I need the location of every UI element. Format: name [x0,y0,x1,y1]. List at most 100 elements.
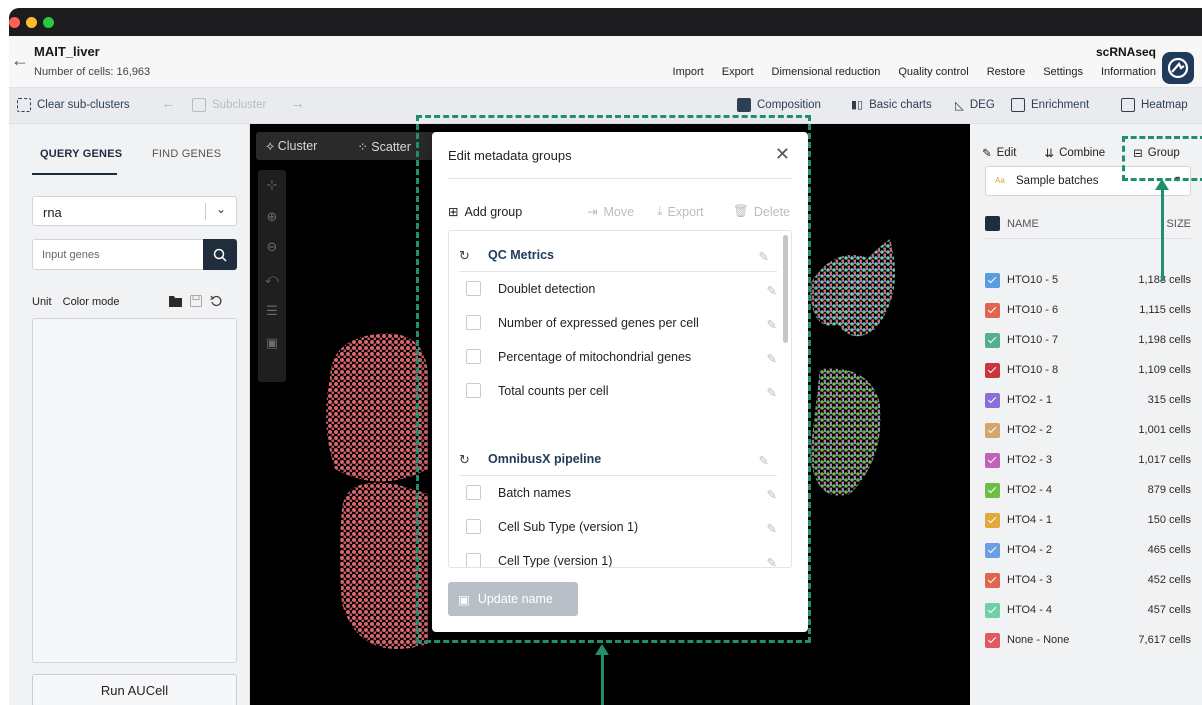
reset-icon[interactable] [210,295,222,307]
row-name: HTO2 - 1 [1007,394,1053,406]
gene-list-actions [169,295,222,307]
zoom-in-icon[interactable]: ⊕ [265,210,279,224]
menu-dimensional-reduction[interactable]: Dimensional reduction [772,66,881,78]
row-color-checkbox[interactable] [985,423,1000,438]
folder-icon[interactable] [169,295,182,307]
group-row[interactable]: None - None 7,617 cells [985,632,1191,648]
search-button[interactable] [203,239,237,270]
row-name: HTO2 - 4 [1007,484,1053,496]
size-column-header[interactable]: SIZE [1167,218,1191,230]
row-color-checkbox[interactable] [985,453,1000,468]
app-type-label: scRNAseq [1095,45,1156,59]
combine-label: Combine [1059,147,1106,159]
color-mode-label[interactable]: Color mode [63,296,120,308]
save-icon[interactable] [190,295,202,307]
back-arrow-icon[interactable]: ← [11,50,29,71]
enrichment-icon [1011,98,1025,112]
menu-import[interactable]: Import [673,66,704,78]
heatmap-button[interactable]: Heatmap [1121,98,1188,112]
row-size: 1,001 cells [1138,424,1191,436]
row-name: HTO4 - 3 [1007,574,1053,586]
row-color-checkbox[interactable] [985,603,1000,618]
active-tab-indicator [32,173,117,175]
group-row[interactable]: HTO4 - 1 150 cells [985,512,1191,528]
metadata-select-value: Sample batches [1016,175,1099,187]
row-color-checkbox[interactable] [985,513,1000,528]
enrichment-button[interactable]: Enrichment [1011,98,1089,112]
edit-label: Edit [996,147,1017,159]
row-name: HTO2 - 3 [1007,454,1053,466]
export-image-icon[interactable]: ▣ [265,336,279,350]
menu-restore[interactable]: Restore [987,66,1026,78]
group-row[interactable]: HTO2 - 3 1,017 cells [985,452,1191,468]
row-color-checkbox[interactable] [985,633,1000,648]
basic-charts-label: Basic charts [869,98,932,111]
row-color-checkbox[interactable] [985,273,1000,288]
row-name: HTO4 - 4 [1007,604,1053,616]
row-color-checkbox[interactable] [985,543,1000,558]
row-color-checkbox[interactable] [985,363,1000,378]
composition-icon [737,98,751,112]
assay-select[interactable]: rna ⌄ [32,196,237,226]
tab-query-genes[interactable]: QUERY GENES [40,148,122,160]
row-size: 879 cells [1147,484,1191,496]
minimize-window-button[interactable] [26,17,37,28]
menu-information[interactable]: Information [1101,66,1156,78]
menu-settings[interactable]: Settings [1043,66,1083,78]
edit-button[interactable]: ✎ Edit [982,146,1030,160]
subcluster-button[interactable]: Subcluster [192,98,266,112]
row-color-checkbox[interactable] [985,483,1000,498]
row-size: 1,109 cells [1138,364,1191,376]
group-row[interactable]: HTO4 - 3 452 cells [985,572,1191,588]
app-window: ← MAIT_liver Number of cells: 16,963 scR… [9,8,1202,705]
bar-chart-icon: ▮▯ [851,99,864,111]
group-row[interactable]: HTO2 - 4 879 cells [985,482,1191,498]
run-aucell-button[interactable]: Run AUCell [32,674,237,705]
scatter-tab-label: Scatter [371,139,411,154]
row-size: 150 cells [1147,514,1191,526]
tab-find-genes[interactable]: FIND GENES [152,148,221,160]
gene-list-box[interactable] [32,318,237,663]
composition-button[interactable]: Composition [737,98,821,112]
row-name: HTO4 - 1 [1007,514,1053,526]
group-row[interactable]: HTO10 - 6 1,115 cells [985,302,1191,318]
row-color-checkbox[interactable] [985,333,1000,348]
group-row[interactable]: HTO10 - 7 1,198 cells [985,332,1191,348]
row-color-checkbox[interactable] [985,393,1000,408]
group-row[interactable]: HTO2 - 2 1,001 cells [985,422,1191,438]
group-row[interactable]: HTO2 - 1 315 cells [985,392,1191,408]
menu-export[interactable]: Export [722,66,754,78]
search-icon [213,248,227,262]
group-row[interactable]: HTO10 - 8 1,109 cells [985,362,1191,378]
group-row[interactable]: HTO4 - 4 457 cells [985,602,1191,618]
lasso-icon[interactable]: ⊹ [265,178,279,192]
zoom-out-icon[interactable]: ⊖ [265,240,279,254]
deg-button[interactable]: ◺ DEG [955,98,995,112]
zoom-reset-icon[interactable]: ⤺ [265,272,279,286]
close-window-button[interactable] [9,17,20,28]
deg-label: DEG [969,99,995,111]
assay-select-value: rna [43,205,62,220]
row-name: None - None [1007,634,1070,646]
name-column-header[interactable]: NAME [1007,218,1039,230]
adjust-icon[interactable]: ☰ [265,304,279,318]
select-all-checkbox[interactable] [985,216,1000,231]
highlight-dialog-box [416,115,811,643]
group-row[interactable]: HTO4 - 2 465 cells [985,542,1191,558]
clear-subclusters-button[interactable]: Clear sub-clusters [17,98,130,112]
basic-charts-button[interactable]: ▮▯ Basic charts [851,98,932,112]
gene-input[interactable] [32,239,204,270]
row-size: 452 cells [1147,574,1191,586]
composition-label: Composition [757,99,821,111]
menu-quality-control[interactable]: Quality control [898,66,968,78]
maximize-window-button[interactable] [43,17,54,28]
row-color-checkbox[interactable] [985,573,1000,588]
annotation-arrow-shaft [1161,185,1164,281]
combine-button[interactable]: ⇊ Combine [1044,146,1119,160]
plot-tools: ⊹ ⊕ ⊖ ⤺ ☰ ▣ [258,170,286,382]
unit-label[interactable]: Unit [32,296,52,308]
undo-arrow-icon[interactable]: ← [161,95,176,112]
cluster-tab[interactable]: ⟡ Cluster [266,139,337,154]
row-color-checkbox[interactable] [985,303,1000,318]
redo-arrow-icon[interactable]: → [290,95,305,112]
